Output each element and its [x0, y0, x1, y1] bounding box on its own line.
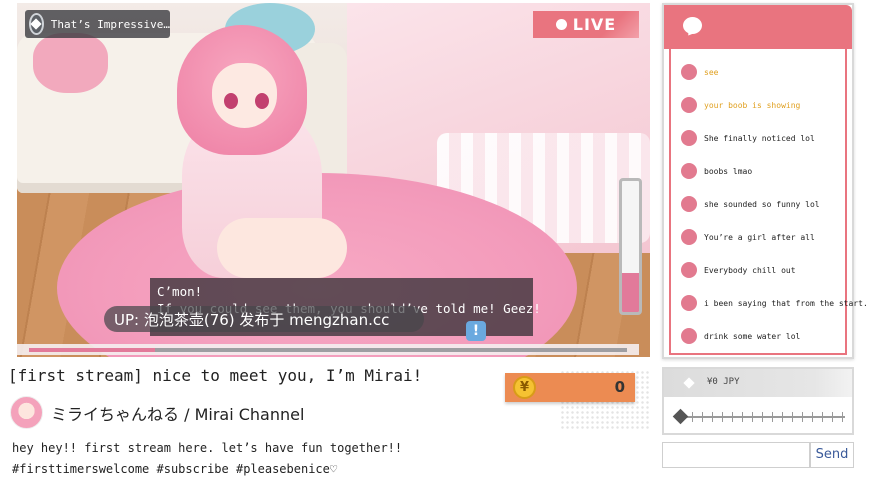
chat-message: boobs lmao — [681, 163, 752, 179]
title-badge-text: That’s Impressive… — [50, 17, 170, 31]
slider-tick — [782, 412, 783, 422]
chat-user-avatar — [681, 97, 697, 113]
stream-title: [first stream] nice to meet you, I’m Mir… — [8, 366, 423, 385]
exclamation-icon[interactable]: ! — [466, 321, 486, 341]
tip-amount: ¥0 JPY — [707, 377, 740, 387]
slider-tick — [792, 412, 793, 422]
avatar[interactable] — [10, 396, 43, 429]
chat-message: see — [681, 64, 718, 80]
slider-tick — [692, 412, 693, 422]
character-legs — [217, 218, 347, 278]
slider-tick — [702, 412, 703, 422]
slider-tick — [812, 412, 813, 422]
yen-coin-icon: ¥ — [513, 376, 536, 399]
excitement-meter — [619, 178, 642, 315]
chat-message: drink some water lol — [681, 328, 800, 344]
stream-app: That’s Impressive… LIVE C’mon! If you co… — [0, 0, 872, 480]
slider-tick — [722, 412, 723, 422]
tip-panel: ¥0 JPY — [662, 367, 854, 435]
chat-message-text: You’re a girl after all — [704, 232, 815, 242]
description-line-1: hey hey!! first stream here. let’s have … — [12, 441, 403, 455]
chat-message-text: your boob is showing — [704, 100, 801, 110]
coin-value: 0 — [614, 378, 625, 396]
slider-tick — [752, 412, 753, 422]
chat-user-avatar — [681, 130, 697, 146]
chat-bubble-icon — [683, 17, 702, 34]
live-dot-icon — [555, 19, 567, 30]
channel-info[interactable]: ミライちゃんねる / Mirai Channel — [10, 396, 304, 429]
tip-header: ¥0 JPY — [664, 369, 852, 397]
slider-tick — [842, 412, 843, 422]
chat-message: You’re a girl after all — [681, 229, 815, 245]
slider-tick — [742, 412, 743, 422]
chat-header — [664, 5, 852, 49]
chat-message: your boob is showing — [681, 97, 800, 113]
chat-message: she sounded so funny lol — [681, 196, 820, 212]
send-row: Send — [662, 442, 854, 468]
chat-message-text: see — [704, 67, 719, 77]
chat-message: i been saying that from the start. — [681, 295, 868, 311]
chat-message-text: i been saying that from the start. — [704, 298, 868, 308]
slider-tick — [762, 412, 763, 422]
watermark: UP: 泡泡茶壶(76) 发布于 mengzhan.cc — [104, 306, 424, 332]
slider-tick — [832, 412, 833, 422]
chat-user-avatar — [681, 262, 697, 278]
chat-user-avatar — [681, 328, 697, 344]
chat-message-text: drink some water lol — [704, 331, 801, 341]
slider-tick — [772, 412, 773, 422]
progress-fill — [29, 348, 155, 352]
chat-message-text: boobs lmao — [704, 166, 753, 176]
plush-toy — [33, 33, 108, 93]
description-line-2: #firsttimerswelcome #subscribe #pleasebe… — [12, 462, 338, 476]
slider-tick — [802, 412, 803, 422]
live-label: LIVE — [572, 15, 617, 34]
send-button[interactable]: Send — [810, 442, 854, 468]
chat-message: Everybody chill out — [681, 262, 796, 278]
slider-tick — [822, 412, 823, 422]
stream-progress-bar[interactable] — [17, 344, 639, 355]
channel-name[interactable]: ミライちゃんねる / Mirai Channel — [51, 401, 304, 425]
chat-message-text: She finally noticed lol — [704, 133, 815, 143]
chat-message-list[interactable]: see your boob is showing She finally notic… — [669, 49, 868, 355]
coin-balance: ¥ 0 — [505, 373, 635, 402]
chat-user-avatar — [681, 64, 697, 80]
chat-user-avatar — [681, 229, 697, 245]
stream-description: hey hey!! first stream here. let’s have … — [12, 438, 402, 480]
gem-icon — [29, 13, 44, 35]
chat-message: She finally noticed lol — [681, 130, 815, 146]
chat-message-text: she sounded so funny lol — [704, 199, 820, 209]
chat-panel: see your boob is showing She finally notic… — [662, 3, 868, 359]
diamond-icon — [683, 377, 695, 389]
chat-input[interactable] — [662, 442, 810, 468]
live-badge: LIVE — [533, 11, 639, 38]
dialog-line-1: C’mon! — [157, 284, 203, 299]
character-eye-right — [255, 93, 269, 109]
excitement-meter-fill — [622, 272, 639, 312]
character-eye-left — [224, 93, 238, 109]
chat-message-text: Everybody chill out — [704, 265, 796, 275]
title-badge: That’s Impressive… — [25, 10, 170, 38]
tip-slider-handle[interactable] — [672, 408, 689, 425]
chat-user-avatar — [681, 295, 697, 311]
slider-tick — [712, 412, 713, 422]
slider-tick — [732, 412, 733, 422]
chat-user-avatar — [681, 196, 697, 212]
chat-user-avatar — [681, 163, 697, 179]
